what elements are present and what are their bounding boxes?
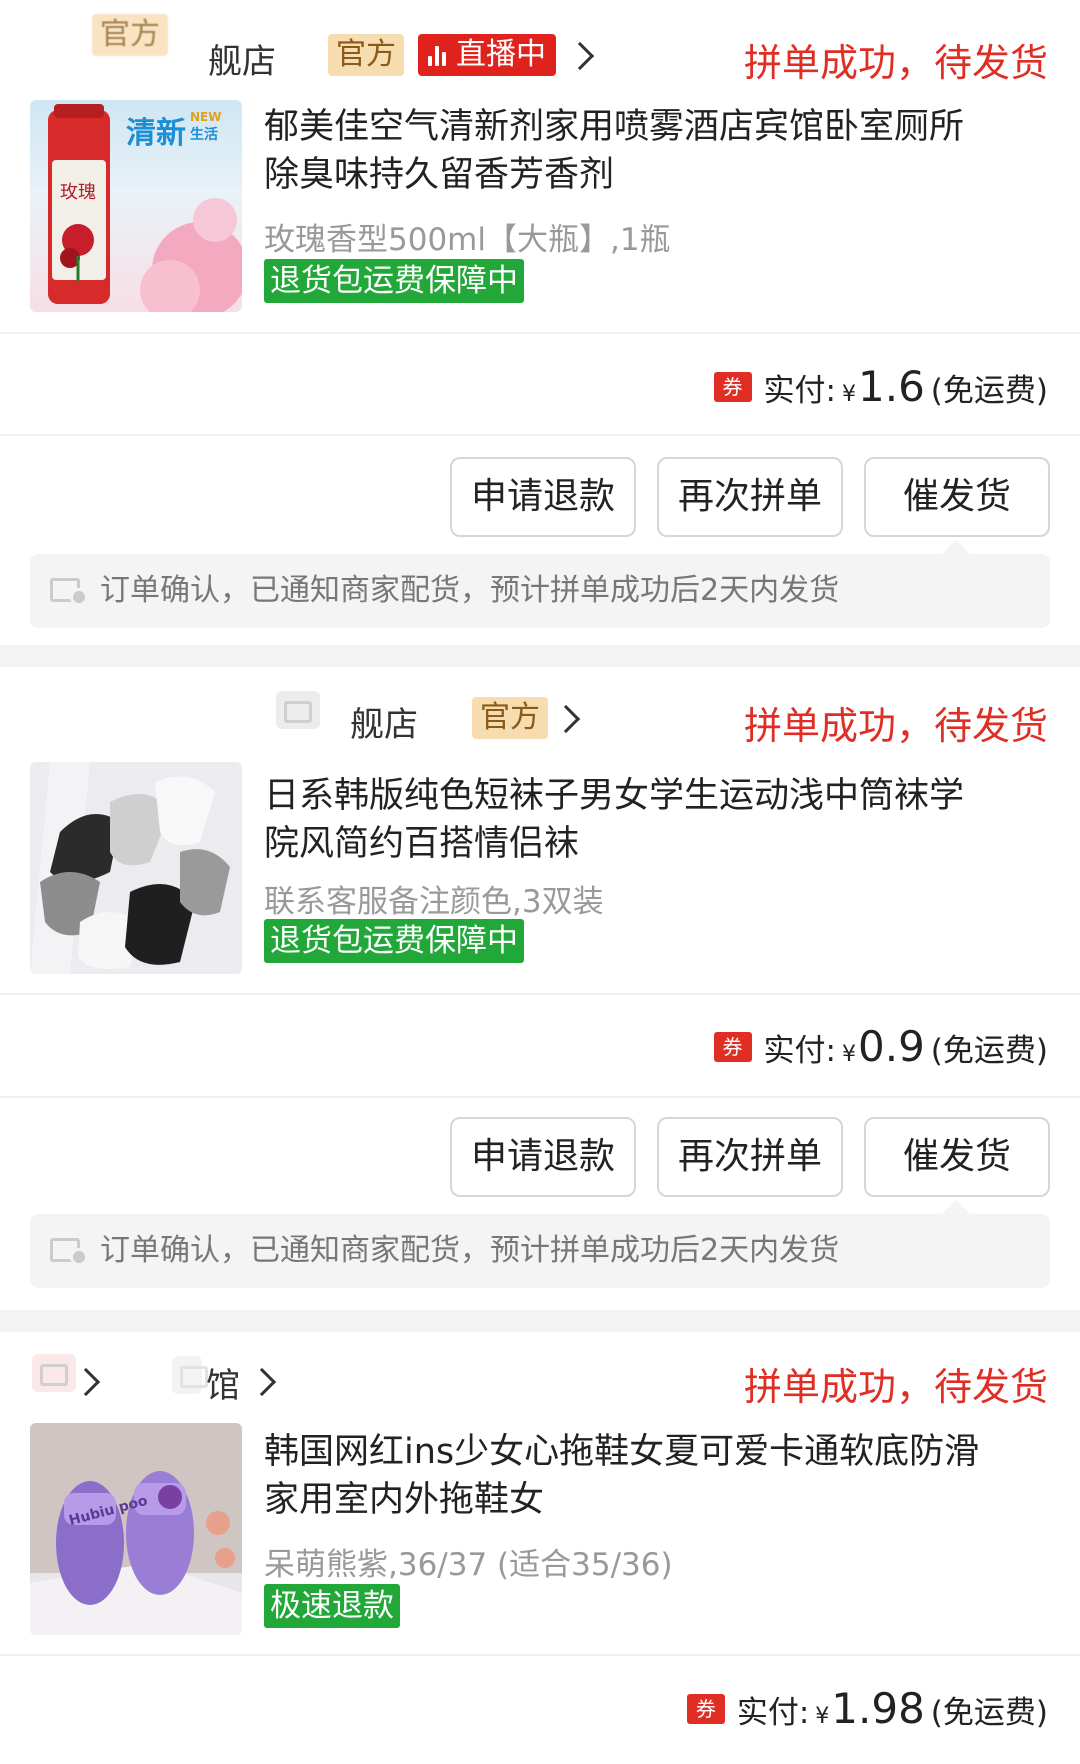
coupon-icon: 券 (713, 372, 752, 402)
urge-shipping-button[interactable]: 催发货 (864, 457, 1050, 537)
request-refund-button[interactable]: 申请退款 (450, 1117, 636, 1197)
thumb-new-text: NEW (190, 110, 222, 124)
product-spec: 玫瑰香型500ml【大瓶】,1瓶 (264, 222, 671, 258)
shop-header[interactable]: 舰店 官方 拼单成功，待发货 (0, 667, 1080, 767)
order-card: 官方 舰店 官方 直播中 拼单成功，待发货 清新 NEW 生活 玫瑰 郁美佳空气… (0, 0, 1080, 645)
product-thumbnail[interactable] (30, 762, 242, 974)
socks-image (30, 762, 242, 974)
order-notice: 订单确认，已通知商家配货，预计拼单成功后2天内发货 (30, 1199, 1050, 1288)
live-label: 直播中 (456, 37, 546, 72)
shop-icon-secondary (172, 1356, 208, 1394)
payment-summary: 券 实付 : ¥ 1.98 (免运费) (686, 1684, 1048, 1734)
section-gap (0, 645, 1080, 667)
group-again-button[interactable]: 再次拼单 (657, 457, 843, 537)
notice-pointer (941, 539, 971, 569)
product-spec: 呆萌熊紫,36/37 (适合35/36) (264, 1547, 673, 1583)
payment-summary: 券 实付 : ¥ 0.9 (免运费) (713, 1022, 1048, 1072)
chevron-right-icon[interactable] (71, 1367, 101, 1397)
package-clock-icon (50, 1234, 88, 1266)
order-status: 拼单成功，待发货 (743, 41, 1048, 85)
payment-colon: : (825, 1033, 836, 1069)
payment-label: 实付 (763, 373, 826, 409)
section-gap (0, 1310, 1080, 1332)
shipping-note: (免运费) (930, 1033, 1048, 1069)
order-status: 拼单成功，待发货 (743, 1365, 1048, 1409)
divider (0, 332, 1080, 334)
live-badge[interactable]: 直播中 (418, 34, 556, 76)
currency-symbol: ¥ (815, 1704, 830, 1729)
thumb-life-text: 生活 (190, 127, 218, 143)
shipping-note: (免运费) (930, 1695, 1048, 1731)
urge-shipping-button[interactable]: 催发货 (864, 1117, 1050, 1197)
request-refund-button[interactable]: 申请退款 (450, 457, 636, 537)
shop-header[interactable]: 官方 舰店 官方 直播中 拼单成功，待发货 (0, 0, 1080, 100)
shop-name[interactable]: 舰店 (208, 34, 276, 83)
shop-icon (32, 1354, 76, 1392)
order-card: 舰店 官方 拼单成功，待发货 日系韩版纯色短袜子男女学生运动浅中筒袜学院风简约百… (0, 667, 1080, 1310)
product-spec: 联系客服备注颜色,3双装 (264, 884, 604, 920)
shop-name[interactable]: 舰店 (350, 697, 418, 746)
notice-text: 订单确认，已通知商家配货，预计拼单成功后2天内发货 (100, 1233, 840, 1268)
divider (0, 1096, 1080, 1098)
slippers-image (30, 1423, 242, 1635)
notice-text: 订单确认，已通知商家配货，预计拼单成功后2天内发货 (100, 573, 840, 608)
payment-label: 实付 (763, 1033, 826, 1069)
order-card: 馆 拼单成功，待发货 Hubiu poo 韩国网红ins少女心拖鞋女夏可爱卡通软… (0, 1332, 1080, 1764)
payment-amount: 1.6 (858, 362, 925, 411)
product-title[interactable]: 郁美佳空气清新剂家用喷雾酒店宾馆卧室厕所除臭味持久留香芳香剂 (264, 103, 984, 199)
thumb-brand-text: 清新 (126, 116, 186, 151)
payment-colon: : (825, 373, 836, 409)
product-thumbnail[interactable]: Hubiu poo (30, 1423, 242, 1635)
group-again-button[interactable]: 再次拼单 (657, 1117, 843, 1197)
official-tag: 官方 (472, 697, 548, 739)
fast-refund-badge: 极速退款 (264, 1584, 400, 1628)
shop-icon (276, 691, 320, 729)
live-icon (426, 44, 448, 66)
product-title[interactable]: 日系韩版纯色短袜子男女学生运动浅中筒袜学院风简约百搭情侣袜 (264, 772, 984, 868)
currency-symbol: ¥ (842, 1042, 856, 1067)
order-notice: 订单确认，已通知商家配货，预计拼单成功后2天内发货 (30, 539, 1050, 628)
shipping-note: (免运费) (930, 373, 1048, 409)
chevron-right-icon[interactable] (247, 1367, 277, 1397)
divider (0, 1654, 1080, 1656)
coupon-icon: 券 (713, 1032, 752, 1062)
package-clock-icon (50, 574, 88, 606)
official-tag: 官方 (328, 34, 404, 76)
shop-name[interactable]: 馆 (206, 1358, 240, 1407)
payment-summary: 券 实付 : ¥ 1.6 (免运费) (713, 362, 1048, 412)
order-status: 拼单成功，待发货 (743, 704, 1048, 748)
shop-header[interactable]: 馆 拼单成功，待发货 (0, 1332, 1080, 1432)
chevron-right-icon[interactable] (565, 41, 595, 71)
coupon-icon: 券 (686, 1694, 725, 1724)
payment-label: 实付 (736, 1695, 799, 1731)
payment-amount: 0.9 (858, 1022, 925, 1071)
divider (0, 993, 1080, 995)
currency-symbol: ¥ (842, 382, 856, 407)
divider (0, 434, 1080, 436)
thumb-rose-text: 玫瑰 (60, 182, 96, 203)
official-tag-blurred: 官方 (92, 14, 168, 56)
product-thumbnail[interactable]: 清新 NEW 生活 玫瑰 (30, 100, 242, 312)
payment-colon: : (798, 1695, 810, 1731)
chevron-right-icon[interactable] (551, 704, 581, 734)
return-shipping-guarantee-badge: 退货包运费保障中 (264, 259, 524, 303)
product-title[interactable]: 韩国网红ins少女心拖鞋女夏可爱卡通软底防滑家用室内外拖鞋女 (264, 1428, 984, 1524)
payment-amount: 1.98 (831, 1684, 925, 1733)
return-shipping-guarantee-badge: 退货包运费保障中 (264, 919, 524, 963)
notice-pointer (941, 1199, 971, 1229)
